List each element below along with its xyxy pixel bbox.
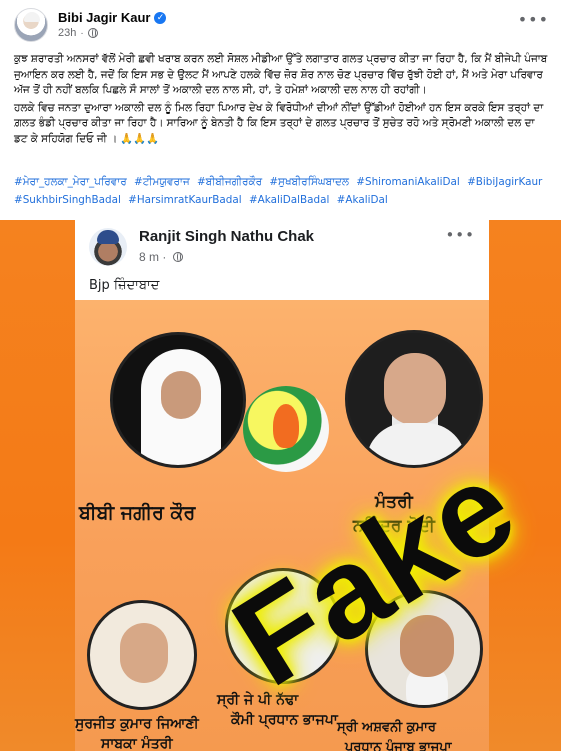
globe-icon — [172, 252, 183, 262]
hashtag-link[interactable]: #ShiromaniAkaliDal — [356, 176, 459, 188]
author-avatar[interactable] — [14, 8, 48, 42]
separator-dot: · — [80, 27, 84, 39]
embedded-post-time: 8 m · — [139, 250, 183, 264]
label-ashwani-line2: ਪ੍ਰਧਾਨ ਪੰਜਾਬ ਭਾਜਪਾ — [345, 740, 452, 751]
hashtag-link[interactable]: #ਟੀਮਯੁਵਰਾਜ — [134, 176, 190, 188]
hashtag-link[interactable]: #ਸੁਖਬੀਰਸਿੰਘਬਾਦਲ — [269, 176, 349, 188]
label-bibi: ਬੀਬੀ ਜਗੀਰ ਕੌਰ — [79, 502, 196, 524]
facebook-post: Bibi Jagir Kaur ✓ 23h · ••• ਕੁਝ ਸ਼ਰਾਰਤੀ … — [0, 0, 561, 751]
verified-badge-icon: ✓ — [154, 11, 167, 24]
post-header: Bibi Jagir Kaur ✓ 23h · ••• — [14, 8, 549, 44]
embedded-time-text: 8 m · — [139, 250, 167, 264]
lotus-petal — [273, 404, 299, 448]
post-time[interactable]: 23h — [58, 27, 76, 39]
hashtag-link[interactable]: #SukhbirSinghBadal — [14, 194, 121, 206]
label-jiani-line2: ਸਾਬਕਾ ਮੰਤਰੀ — [101, 736, 173, 751]
hashtag-link[interactable]: #ਮੇਰਾ_ਹਲਕਾ_ਮੇਰਾ_ਪਰਿਵਾਰ — [14, 176, 127, 188]
post-paragraph-2: ਹਲਕੇ ਵਿਚ ਜਨਤਾ ਦੁਆਰਾ ਅਕਾਲੀ ਦਲ ਨੂੰ ਮਿਲ ਰਿਹ… — [14, 101, 544, 145]
embedded-author-avatar — [89, 228, 127, 266]
post-meta: 23h · — [58, 27, 98, 39]
globe-icon — [87, 28, 98, 38]
hashtag-link[interactable]: #HarsimratKaurBadal — [128, 194, 242, 206]
bjp-lotus-logo-icon — [243, 386, 329, 472]
hashtag-link[interactable]: #ਬੀਬੀਜਗੀਰਕੌਰ — [197, 176, 262, 188]
hashtag-link[interactable]: #BibiJagirKaur — [467, 176, 542, 188]
author-name[interactable]: Bibi Jagir Kaur — [58, 10, 150, 25]
hashtag-link[interactable]: #AkaliDalBadal — [249, 194, 329, 206]
author-name-row: Bibi Jagir Kaur ✓ — [58, 10, 167, 25]
post-paragraph-1: ਕੁਝ ਸ਼ਰਾਰਤੀ ਅਨਸਰਾਂ ਵੱਲੋਂ ਮੇਰੀ ਛਵੀ ਖਰਾਬ ਕ… — [14, 53, 548, 97]
more-options-icon[interactable]: ••• — [518, 10, 549, 29]
embedded-post-header: Ranjit Singh Nathu Chak 8 m · ••• Bjp ਜ਼… — [75, 220, 489, 300]
embedded-caption: Bjp ਜ਼ਿੰਦਾਬਾਦ — [89, 278, 160, 293]
portrait-bibi-jagir-kaur — [110, 332, 246, 468]
hashtag-link[interactable]: #AkaliDal — [337, 194, 388, 206]
embedded-more-icon: ••• — [445, 226, 475, 244]
portrait-surjit-kumar-jiani — [87, 600, 197, 710]
hashtag-list: #ਮੇਰਾ_ਹਲਕਾ_ਮੇਰਾ_ਪਰਿਵਾਰ #ਟੀਮਯੁਵਰਾਜ #ਬੀਬੀਜ… — [14, 173, 550, 209]
embedded-screenshot: Ranjit Singh Nathu Chak 8 m · ••• Bjp ਜ਼… — [75, 220, 540, 751]
post-image[interactable]: Ranjit Singh Nathu Chak 8 m · ••• Bjp ਜ਼… — [0, 220, 561, 751]
embedded-author-name: Ranjit Singh Nathu Chak — [139, 228, 315, 245]
label-jiani-line1: ਸੁਰਜੀਤ ਕੁਮਾਰ ਜਿਆਣੀ — [75, 716, 199, 732]
label-nadda-line2: ਕੌਮੀ ਪ੍ਰਧਾਨ ਭਾਜਪਾ — [231, 712, 338, 728]
post-text: ਕੁਝ ਸ਼ਰਾਰਤੀ ਅਨਸਰਾਂ ਵੱਲੋਂ ਮੇਰੀ ਛਵੀ ਖਰਾਬ ਕ… — [14, 52, 550, 150]
label-ashwani-line1: ਸ੍ਰੀ ਅਸ਼ਵਨੀ ਕੁਮਾਰ — [337, 720, 436, 735]
